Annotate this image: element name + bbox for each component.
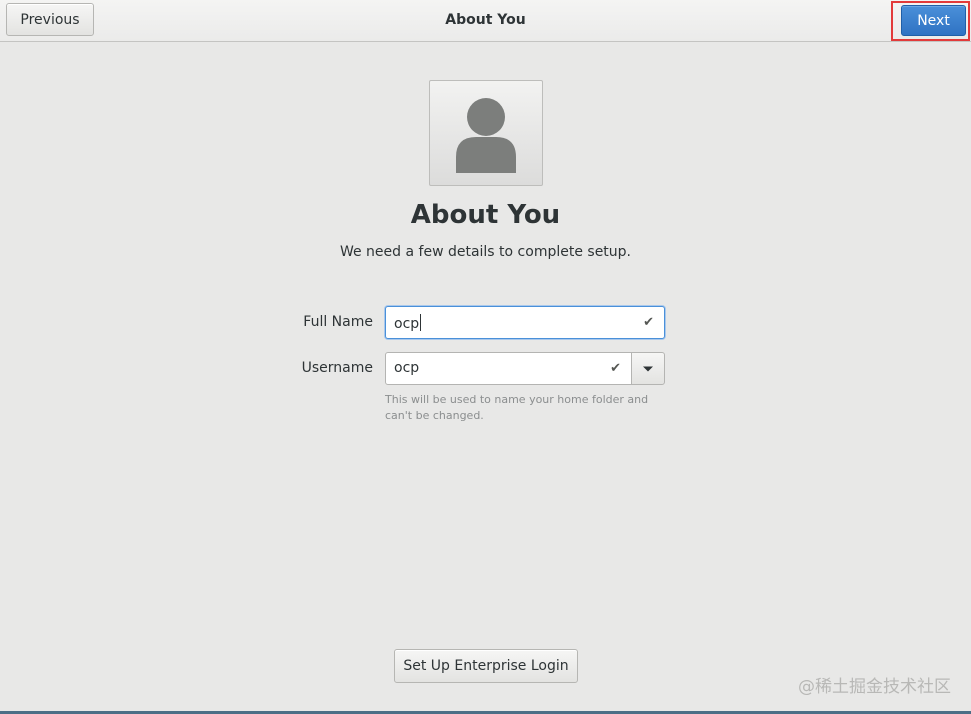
next-button[interactable]: Next [901, 5, 966, 36]
text-cursor [420, 314, 422, 331]
full-name-text: ocp [394, 314, 422, 332]
checkmark-icon: ✔ [610, 361, 621, 376]
full-name-label: Full Name [303, 314, 373, 330]
page-title: About You [410, 200, 561, 230]
watermark: @稀土掘金技术社区 [798, 677, 951, 697]
avatar-placeholder-icon [456, 98, 516, 173]
enterprise-login-label: Set Up Enterprise Login [403, 658, 569, 674]
full-name-value: ocp [394, 316, 420, 332]
header-title: About You [445, 12, 526, 28]
full-name-field[interactable]: ocp ✔ [385, 306, 665, 339]
username-dropdown-button[interactable] [631, 352, 665, 385]
next-button-label: Next [917, 12, 950, 29]
chevron-down-icon [643, 366, 653, 371]
enterprise-login-button[interactable]: Set Up Enterprise Login [394, 649, 578, 683]
header-bar: Previous About You Next [0, 0, 971, 42]
avatar-button[interactable] [429, 80, 543, 186]
checkmark-icon: ✔ [643, 315, 654, 330]
username-label: Username [301, 360, 373, 376]
username-field[interactable]: ocp ✔ [385, 352, 632, 385]
username-hint: This will be used to name your home fold… [385, 393, 649, 422]
page-subtitle: We need a few details to complete setup. [339, 244, 632, 260]
username-value: ocp [394, 360, 420, 376]
setup-window: Previous About You Next About You We nee… [0, 0, 971, 714]
